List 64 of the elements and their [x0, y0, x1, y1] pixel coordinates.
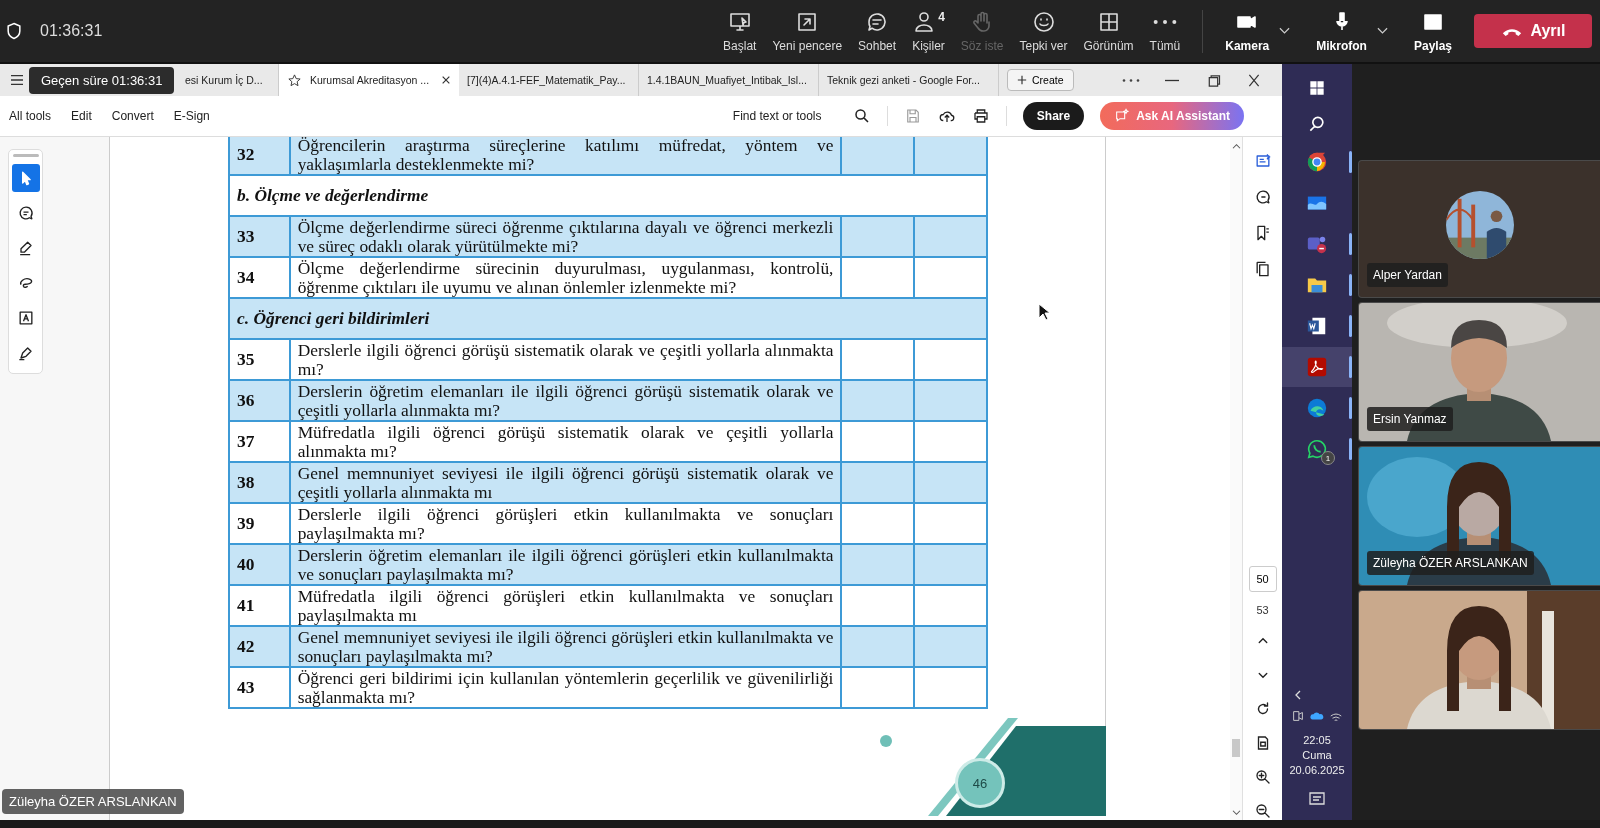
- participant-name: Ersin Yanmaz: [1367, 407, 1453, 431]
- windows-logo-icon[interactable]: [1307, 78, 1327, 98]
- scroll-up-icon[interactable]: [1231, 143, 1241, 150]
- zoom-out-icon[interactable]: [1253, 802, 1272, 820]
- smiley-icon: [1031, 9, 1056, 34]
- meeting-control[interactable]: 4 Kişiler: [904, 9, 953, 53]
- page-number-field[interactable]: 50: [1248, 566, 1277, 592]
- leave-button[interactable]: Ayrıl: [1474, 14, 1592, 48]
- dropdown-caret-icon[interactable]: [1376, 27, 1388, 35]
- media-control[interactable]: Paylaş: [1405, 9, 1460, 53]
- meeting-device-icon[interactable]: [1291, 709, 1305, 723]
- document-tab[interactable]: Kurumsal Akreditasyon ...: [279, 64, 459, 96]
- document-tab[interactable]: Teknik gezi anketi - Google For...: [819, 64, 999, 96]
- search-field[interactable]: Find text or tools: [730, 108, 847, 124]
- scroll-down-icon[interactable]: [1231, 809, 1241, 816]
- participant-name: Alper Yardan: [1367, 263, 1448, 287]
- search-icon[interactable]: [1307, 114, 1327, 134]
- wave-swirl-icon: [1306, 397, 1328, 419]
- clock-date: 20.06.2025: [1289, 763, 1345, 778]
- item-number: 43: [229, 667, 290, 708]
- star-icon: [287, 72, 302, 88]
- dropdown-caret-icon[interactable]: [1279, 27, 1291, 35]
- menu-item[interactable]: E-Sign: [172, 109, 219, 123]
- search-icon: [852, 107, 871, 125]
- ring-icon: [1306, 151, 1328, 173]
- clock-day: Cuma: [1302, 748, 1332, 763]
- create-button[interactable]: Create: [1007, 69, 1074, 91]
- page-count: 53: [1256, 604, 1269, 616]
- menu-item[interactable]: Convert: [110, 109, 163, 123]
- document-tab[interactable]: 1.4.1BAUN_Muafiyet_Intibak_Isl...: [639, 64, 819, 96]
- document-icon: [1306, 315, 1328, 337]
- phone-bubble-icon: [1306, 438, 1328, 460]
- close-icon[interactable]: [441, 75, 451, 85]
- more-icon: [1152, 18, 1177, 25]
- shield-icon: [4, 21, 24, 41]
- meeting-control[interactable]: Görünüm: [1075, 9, 1142, 53]
- menu-item[interactable]: All tools: [8, 109, 61, 123]
- sparkle-chat-icon: [1114, 108, 1131, 124]
- cursor-icon: [1038, 303, 1050, 321]
- notification-badge: 1: [1321, 451, 1335, 465]
- participant-name: Züleyha ÖZER ARSLANKAN: [1367, 551, 1534, 575]
- tooltip: Geçen süre 01:36:31: [29, 67, 175, 94]
- media-control[interactable]: Kamera: [1217, 9, 1278, 53]
- elapsed-time: 01:36:31: [40, 22, 103, 40]
- media-control[interactable]: Mikrofon: [1308, 9, 1375, 53]
- menu-item[interactable]: Edit: [70, 109, 101, 123]
- meeting-control[interactable]: Tümü: [1141, 9, 1189, 53]
- clock-time: 22:05: [1303, 733, 1331, 748]
- plus-icon: [1017, 75, 1027, 85]
- menu-icon[interactable]: [10, 74, 24, 86]
- taskbar-app[interactable]: 1: [1282, 429, 1352, 469]
- meeting-control[interactable]: Başlat: [715, 9, 765, 53]
- share-button[interactable]: Share: [1022, 102, 1085, 130]
- meeting-control[interactable]: Yeni pencere: [764, 9, 851, 53]
- speaker-name-label: Züleyha ÖZER ARSLANKAN: [2, 789, 184, 814]
- meeting-control[interactable]: Sohbet: [850, 9, 905, 53]
- zoom-in-icon[interactable]: [1253, 768, 1272, 786]
- document-tab[interactable]: [7](4)A.4.1-FEF_Matematik_Pay...: [459, 64, 639, 96]
- scrollbar-thumb[interactable]: [1232, 739, 1240, 757]
- cloud-icon[interactable]: [1310, 709, 1324, 723]
- pdf-icon: [1306, 356, 1328, 378]
- print-icon[interactable]: [971, 107, 990, 125]
- meeting-control[interactable]: Tepki ver: [1011, 9, 1076, 53]
- question-text: Öğrenci geri bildirimi için kullanılan yöntemlerin geçerlilik ve güvenilirliği sağlanmakta mı?: [289, 667, 842, 708]
